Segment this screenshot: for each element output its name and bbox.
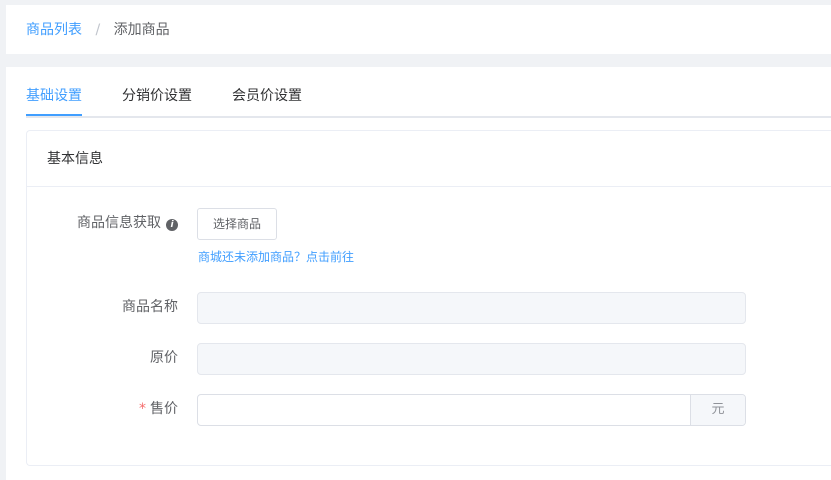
tab-member-price[interactable]: 会员价设置 <box>232 87 302 105</box>
basic-info-card: 基本信息 商品信息获取 i 选择商品 商城还未添加商品？点击前往 商品名称 原价 … <box>26 130 831 466</box>
sale-price-label: 售价 <box>150 401 178 417</box>
product-name-label: 商品名称 <box>122 299 178 315</box>
sale-price-label-row: * 售价 <box>139 401 178 417</box>
product-info-label-row: 商品信息获取 i <box>77 215 178 231</box>
card-title: 基本信息 <box>47 151 103 167</box>
card-header: 基本信息 <box>27 131 831 187</box>
sale-price-input-group: 元 <box>197 394 746 426</box>
required-mark: * <box>139 401 146 417</box>
product-name-input[interactable] <box>197 292 746 324</box>
breadcrumb-item-current: 添加商品 <box>113 22 170 38</box>
breadcrumb-bar: 商品列表 / 添加商品 <box>6 5 831 54</box>
select-product-button[interactable]: 选择商品 <box>197 208 277 240</box>
product-info-label: 商品信息获取 <box>77 215 161 231</box>
original-price-label: 原价 <box>150 350 178 366</box>
price-unit-suffix: 元 <box>690 395 745 425</box>
breadcrumb-item-product-list[interactable]: 商品列表 <box>26 22 82 38</box>
tab-bar: 基础设置 分销价设置 会员价设置 <box>26 67 831 118</box>
go-add-product-link[interactable]: 商城还未添加商品？点击前往 <box>198 250 354 264</box>
tab-basic-settings[interactable]: 基础设置 <box>26 87 82 105</box>
info-icon[interactable]: i <box>166 219 178 231</box>
tab-distribution-price[interactable]: 分销价设置 <box>122 87 192 105</box>
original-price-input[interactable] <box>197 343 746 375</box>
breadcrumb-separator: / <box>95 22 101 38</box>
breadcrumb: 商品列表 / 添加商品 <box>26 21 170 39</box>
sale-price-input[interactable] <box>198 395 688 425</box>
active-tab-indicator <box>26 114 82 116</box>
main-panel: 基础设置 分销价设置 会员价设置 基本信息 商品信息获取 i 选择商品 商城还未添… <box>6 67 831 480</box>
